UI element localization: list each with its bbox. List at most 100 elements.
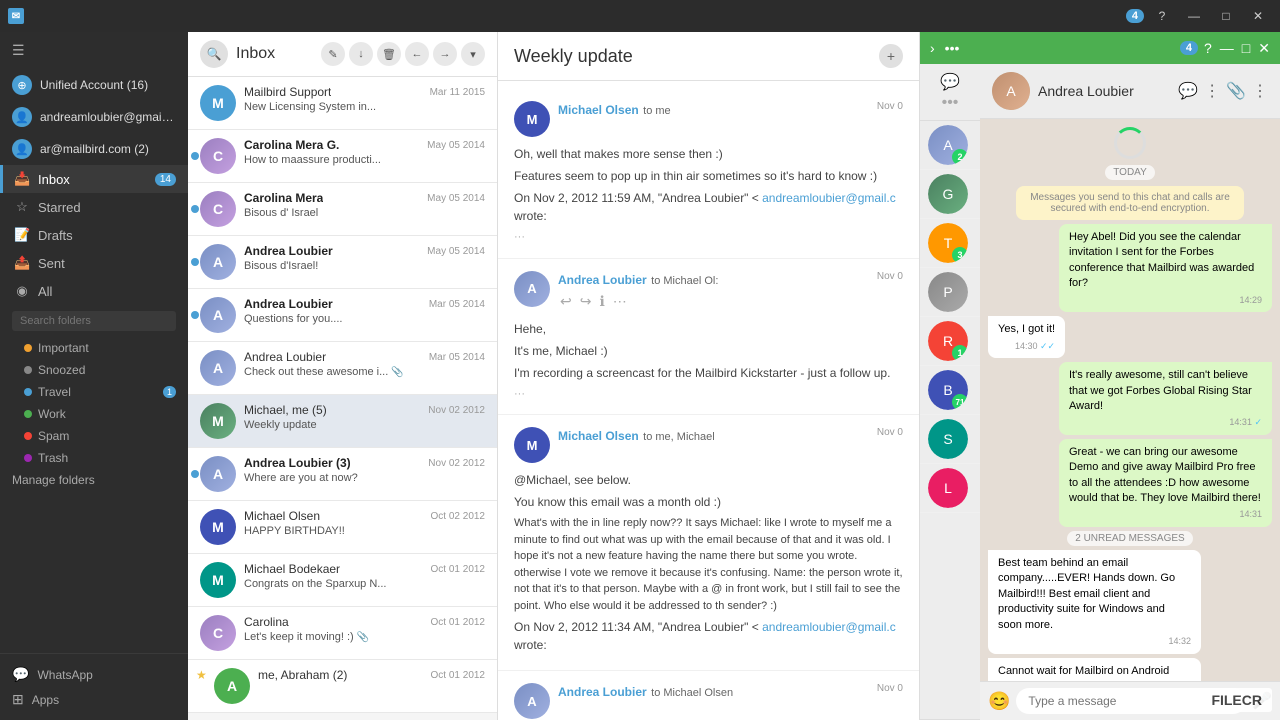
wa-contact-item[interactable]: R 1 <box>920 317 980 366</box>
folder-label-travel: Travel <box>38 385 71 399</box>
message-date: Nov 0 <box>877 101 903 112</box>
more-button[interactable]: ▾ <box>461 42 485 66</box>
email-link[interactable]: andreamloubier@gmail.c <box>762 191 896 205</box>
wa-attachment-icon[interactable]: 📎 <box>1226 81 1246 101</box>
sidebar-item-apps[interactable]: ⊞ Apps <box>12 687 176 712</box>
sidebar-item-drafts[interactable]: 📝 Drafts <box>0 221 188 249</box>
email-date: Oct 01 2012 <box>431 670 485 681</box>
email-sender: Andrea Loubier <box>244 244 333 258</box>
list-item[interactable]: A Andrea Loubier Mar 05 2014 Check out t… <box>188 342 497 395</box>
wa-contact-item[interactable]: S <box>920 415 980 464</box>
wa-unread-badge: 3 <box>952 247 968 263</box>
wa-more-icon[interactable]: ••• <box>943 38 962 58</box>
all-label: All <box>38 284 52 299</box>
whatsapp-header: › ••• 4 ? — □ ✕ <box>920 32 1280 64</box>
message-avatar: A <box>514 683 550 719</box>
wa-maximize-icon[interactable]: □ <box>1240 38 1252 58</box>
folder-travel[interactable]: Travel 1 <box>0 381 188 403</box>
wa-contact-item[interactable]: T 3 <box>920 219 980 268</box>
sidebar-account-mailbird[interactable]: 👤 ar@mailbird.com (2) <box>0 133 188 165</box>
list-item[interactable]: C Carolina Mera G. May 05 2014 How to ma… <box>188 130 497 183</box>
wa-more-options-icon[interactable]: ⋮ <box>1252 81 1268 101</box>
wa-back-icon[interactable]: › <box>928 38 937 58</box>
sidebar-account-gmail[interactable]: 👤 andreamloubier@gmail.co... <box>0 101 188 133</box>
wa-message-sent: Great - we can bring our awesome Demo an… <box>1059 439 1272 527</box>
list-item[interactable]: M Michael, me (5) Nov 02 2012 Weekly upd… <box>188 395 497 448</box>
message-avatar: M <box>514 427 550 463</box>
list-item[interactable]: A Andrea Loubier Mar 05 2014 Questions f… <box>188 289 497 342</box>
email-message: M Michael Olsen to me Nov 0 Oh, well tha… <box>498 89 919 259</box>
unread-indicator <box>191 470 199 478</box>
list-item[interactable]: M Michael Olsen Oct 02 2012 HAPPY BIRTHD… <box>188 501 497 554</box>
delete-button[interactable]: 🗑 <box>377 42 401 66</box>
list-item[interactable]: C Carolina Mera May 05 2014 Bisous d' Is… <box>188 183 497 236</box>
search-button[interactable]: 🔍 <box>200 40 228 68</box>
message-header: M Michael Olsen to me Nov 0 <box>514 101 903 137</box>
email-date: Nov 02 2012 <box>428 405 485 416</box>
sidebar-item-starred[interactable]: ☆ Starred <box>0 193 188 221</box>
next-button[interactable]: → <box>433 42 457 66</box>
sidebar-item-whatsapp[interactable]: 💬 WhatsApp <box>12 662 176 687</box>
add-to-thread-button[interactable]: + <box>879 44 903 68</box>
folder-snoozed[interactable]: Snoozed <box>0 359 188 381</box>
wa-message-received: Best team behind an email company.....EV… <box>988 550 1201 654</box>
reply-button[interactable]: ↩ <box>558 291 574 312</box>
main-container: ☰ ⊕ Unified Account (16) 👤 andreamloubie… <box>0 32 1280 720</box>
wa-contact-item[interactable]: A 2 <box>920 121 980 170</box>
minimize-button[interactable]: — <box>1180 6 1208 26</box>
message-time: 14:31 <box>1069 508 1262 521</box>
close-button[interactable]: ✕ <box>1244 6 1272 26</box>
email-sender: Andrea Loubier (3) <box>244 456 351 470</box>
hamburger-icon[interactable]: ☰ <box>12 42 25 59</box>
wa-unread-divider: 2 UNREAD MESSAGES <box>1067 531 1192 546</box>
folder-spam[interactable]: Spam <box>0 425 188 447</box>
compose-button[interactable]: ✎ <box>321 42 345 66</box>
message-time: 14:29 <box>1069 294 1262 307</box>
folder-work[interactable]: Work <box>0 403 188 425</box>
folder-important[interactable]: Important <box>0 337 188 359</box>
list-item[interactable]: M Mailbird Support Mar 11 2015 New Licen… <box>188 77 497 130</box>
search-folders-input[interactable] <box>12 311 176 331</box>
maximize-button[interactable]: □ <box>1212 6 1240 26</box>
wa-minimize-icon[interactable]: — <box>1218 38 1236 58</box>
inbox-title: Inbox <box>236 45 313 63</box>
unread-indicator <box>191 205 199 213</box>
show-more-button[interactable]: ··· <box>514 386 903 403</box>
message-body: Oh, well that makes more sense then :) F… <box>514 145 903 246</box>
list-item[interactable]: ★ A me, Abraham (2) Oct 01 2012 <box>188 660 497 713</box>
wa-emoji-button[interactable]: 😊 <box>988 691 1010 712</box>
wa-chat-type-icon[interactable]: 💬 <box>1178 81 1198 101</box>
whatsapp-label: WhatsApp <box>37 668 92 682</box>
wa-contact-item[interactable]: B 71 <box>920 366 980 415</box>
sidebar-item-all[interactable]: ◉ All <box>0 277 188 305</box>
forward-button[interactable]: ↪ <box>578 291 594 312</box>
more-options-button[interactable]: ⋯ <box>611 291 629 312</box>
email-sender: Michael, me (5) <box>244 403 327 417</box>
info-button[interactable]: ℹ <box>597 291 606 312</box>
wa-status-icon[interactable]: ••• <box>942 94 959 112</box>
wa-dots-icon[interactable]: ⋮ <box>1204 81 1220 101</box>
list-item[interactable]: A Andrea Loubier May 05 2014 Bisous d'Is… <box>188 236 497 289</box>
sidebar-account-unified[interactable]: ⊕ Unified Account (16) <box>0 69 188 101</box>
wa-close-icon[interactable]: ✕ <box>1256 38 1272 59</box>
prev-button[interactable]: ← <box>405 42 429 66</box>
list-item[interactable]: A Andrea Loubier (3) Nov 02 2012 Where a… <box>188 448 497 501</box>
list-item[interactable]: C Carolina Oct 01 2012 Let's keep it mov… <box>188 607 497 660</box>
wa-contact-item[interactable]: P <box>920 268 980 317</box>
wa-contact-item[interactable]: L <box>920 464 980 513</box>
app-icon: ✉ <box>8 8 24 24</box>
message-header: A Andrea Loubier to Michael Olsen Nov 0 <box>514 683 903 719</box>
wa-help-icon[interactable]: ? <box>1202 38 1214 58</box>
wa-contact-item[interactable]: G <box>920 170 980 219</box>
email-subject: Let's keep it moving! :) 📎 <box>244 631 485 643</box>
help-button[interactable]: ? <box>1148 6 1176 26</box>
wa-chat-icon[interactable]: 💬 <box>940 72 960 92</box>
sidebar-item-inbox[interactable]: 📥 Inbox 14 <box>0 165 188 193</box>
list-item[interactable]: M Michael Bodekaer Oct 01 2012 Congrats … <box>188 554 497 607</box>
download-button[interactable]: ↓ <box>349 42 373 66</box>
email-link[interactable]: andreamloubier@gmail.c <box>762 620 896 634</box>
show-more-button[interactable]: ··· <box>514 229 903 246</box>
sidebar-item-sent[interactable]: 📤 Sent <box>0 249 188 277</box>
manage-folders-link[interactable]: Manage folders <box>0 469 188 491</box>
folder-trash[interactable]: Trash <box>0 447 188 469</box>
